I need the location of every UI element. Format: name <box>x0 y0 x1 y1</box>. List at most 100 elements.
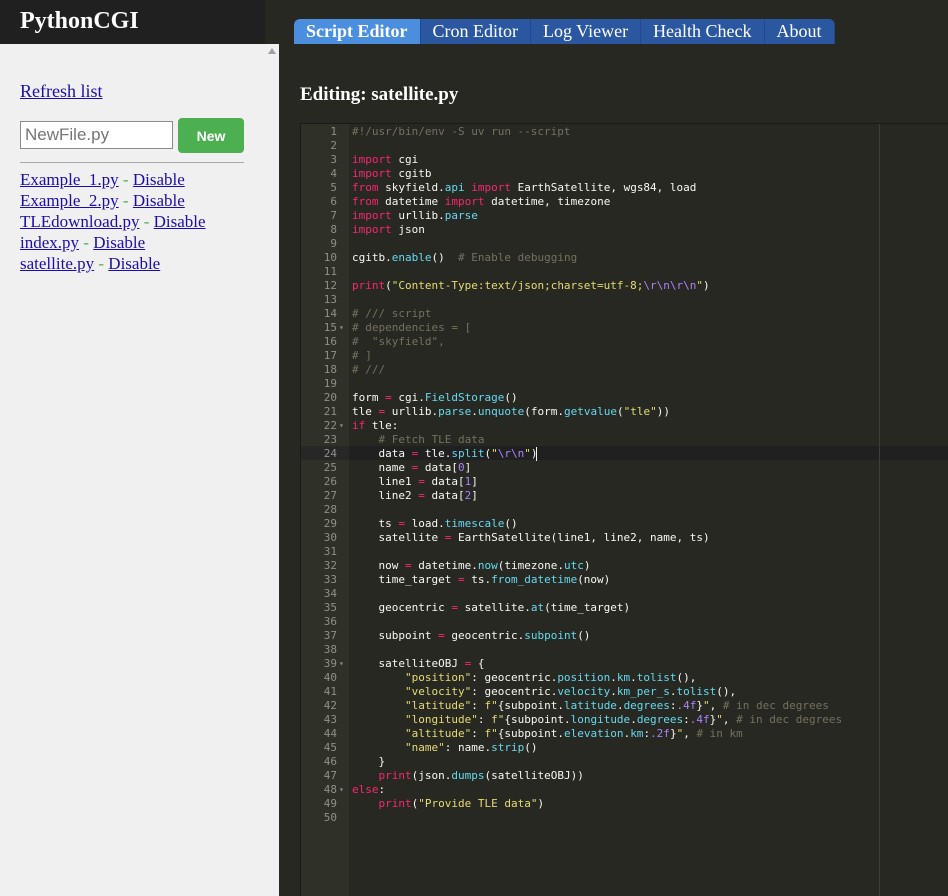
tab-script-editor[interactable]: Script Editor <box>294 19 421 44</box>
code-line[interactable]: 6 from datetime import datetime, timezone <box>301 195 948 209</box>
disable-link[interactable]: Disable <box>133 170 185 189</box>
code-line[interactable]: 46 } <box>301 755 948 769</box>
code-line[interactable]: 44 "altitude": f"{subpoint.elevation.km:… <box>301 727 948 741</box>
code-token: velocity <box>557 685 611 698</box>
code-line[interactable]: 34 <box>301 587 948 601</box>
code-token: # in km <box>696 727 743 740</box>
code-line[interactable]: 12 print("Content-Type:text/json;charset=… <box>301 279 948 293</box>
code-line[interactable]: 41 "velocity": geocentric.velocity.km_pe… <box>301 685 948 699</box>
code-line[interactable]: 42 "latitude": f"{subpoint.latitude.degr… <box>301 699 948 713</box>
code-line[interactable]: 27 line2 = data[2] <box>301 489 948 503</box>
code-token: " <box>491 447 498 460</box>
code-line[interactable]: 15 ▾ # dependencies = [ <box>301 321 948 335</box>
disable-link[interactable]: Disable <box>154 212 206 231</box>
disable-link[interactable]: Disable <box>93 233 145 252</box>
code-line[interactable]: 39 ▾ satelliteOBJ = { <box>301 657 948 671</box>
tab-about[interactable]: About <box>764 19 835 44</box>
code-line[interactable]: 19 <box>301 377 948 391</box>
code-line[interactable]: 28 <box>301 503 948 517</box>
line-number: 44 <box>323 727 337 740</box>
scroll-up-arrow-icon[interactable] <box>268 48 276 54</box>
code-line[interactable]: 16 # "skyfield", <box>301 335 948 349</box>
disable-link[interactable]: Disable <box>108 254 160 273</box>
code-line[interactable]: 2 <box>301 139 948 153</box>
code-line[interactable]: 3 import cgi <box>301 153 948 167</box>
code-line[interactable]: 10 cgitb.enable() # Enable debugging <box>301 251 948 265</box>
code-line[interactable]: 33 time_target = ts.from_datetime(now) <box>301 573 948 587</box>
code-line[interactable]: 13 <box>301 293 948 307</box>
file-link[interactable]: Example_2.py <box>20 191 119 210</box>
code-line[interactable]: 30 satellite = EarthSatellite(line1, lin… <box>301 531 948 545</box>
disable-link[interactable]: Disable <box>133 191 185 210</box>
page-scrollbar[interactable] <box>265 44 279 896</box>
code-line[interactable]: 8 import json <box>301 223 948 237</box>
code-line[interactable]: 25 name = data[0] <box>301 461 948 475</box>
code-token: data <box>352 447 412 460</box>
code-line[interactable]: 14 # /// script <box>301 307 948 321</box>
code-line[interactable]: 49 print("Provide TLE data") <box>301 797 948 811</box>
code-line[interactable]: 23 # Fetch TLE data <box>301 433 948 447</box>
new-file-button[interactable]: New <box>178 118 244 153</box>
code-line[interactable]: 5 from skyfield.api import EarthSatellite… <box>301 181 948 195</box>
code-token: tle. <box>418 447 452 460</box>
code-line[interactable]: 22 ▾ if tle: <box>301 419 948 433</box>
code-line[interactable]: 17 # ] <box>301 349 948 363</box>
code-text: # dependencies = [ <box>352 321 471 335</box>
code-line[interactable]: 1 #!/usr/bin/env -S uv run --script <box>301 125 948 139</box>
code-line[interactable]: 35 geocentric = satellite.at(time_target… <box>301 601 948 615</box>
code-line[interactable]: 4 import cgitb <box>301 167 948 181</box>
code-line[interactable]: 37 subpoint = geocentric.subpoint() <box>301 629 948 643</box>
code-line[interactable]: 48 ▾ else: <box>301 783 948 797</box>
code-line[interactable]: 45 "name": name.strip() <box>301 741 948 755</box>
tab-log-viewer[interactable]: Log Viewer <box>531 19 642 44</box>
file-list-item: Example_1.py - Disable <box>20 169 206 190</box>
sidebar: PythonCGI Refresh list New Example_1.py … <box>0 0 265 896</box>
code-line[interactable]: 20 form = cgi.FieldStorage() <box>301 391 948 405</box>
code-token: subpoint <box>352 629 439 642</box>
new-file-input[interactable] <box>20 121 173 149</box>
code-token: .2f <box>650 727 670 740</box>
file-link[interactable]: Example_1.py <box>20 170 119 189</box>
tab-cron-editor[interactable]: Cron Editor <box>420 19 531 44</box>
code-line[interactable]: 36 <box>301 615 948 629</box>
code-line[interactable]: 43 "longitude": f"{subpoint.longitude.de… <box>301 713 948 727</box>
file-link[interactable]: satellite.py <box>20 254 94 273</box>
code-token: "latitude" <box>404 699 472 712</box>
code-line[interactable]: 38 <box>301 643 948 657</box>
code-line[interactable]: 9 <box>301 237 948 251</box>
refresh-list-link[interactable]: Refresh list <box>20 81 103 102</box>
code-line[interactable]: 40 "position": geocentric.position.km.to… <box>301 671 948 685</box>
code-line[interactable]: 26 line1 = data[1] <box>301 475 948 489</box>
code-line[interactable]: 50 <box>301 811 948 825</box>
line-number: 5 <box>330 181 337 194</box>
line-number: 21 <box>323 405 337 418</box>
code-lines: 1 #!/usr/bin/env -S uv run --script 2 3 impo… <box>301 125 948 825</box>
fold-arrow-icon[interactable]: ▾ <box>339 657 347 671</box>
line-number: 1 <box>330 125 337 138</box>
code-line[interactable]: 47 print(json.dumps(satelliteOBJ)) <box>301 769 948 783</box>
file-link[interactable]: index.py <box>20 233 79 252</box>
code-line[interactable]: 29 ts = load.timescale() <box>301 517 948 531</box>
text-cursor <box>536 447 537 461</box>
fold-arrow-icon[interactable]: ▾ <box>339 783 347 797</box>
fold-arrow-icon[interactable]: ▾ <box>339 321 347 335</box>
code-token: dumps <box>451 769 485 782</box>
code-line[interactable]: 21 tle = urllib.parse.unquote(form.getval… <box>301 405 948 419</box>
line-number: 13 <box>323 293 337 306</box>
tab-health-check[interactable]: Health Check <box>641 19 765 44</box>
code-token: print <box>378 797 412 810</box>
code-editor[interactable]: 1 #!/usr/bin/env -S uv run --script 2 3 impo… <box>300 123 948 896</box>
code-line[interactable]: 31 <box>301 545 948 559</box>
code-token: = <box>398 517 405 530</box>
code-line[interactable]: 11 <box>301 265 948 279</box>
code-line[interactable]: 32 now = datetime.now(timezone.utc) <box>301 559 948 573</box>
code-token: getvalue <box>563 405 617 418</box>
fold-arrow-icon[interactable]: ▾ <box>339 419 347 433</box>
code-line[interactable]: 18 # /// <box>301 363 948 377</box>
code-token: name <box>352 461 412 474</box>
code-token: utc <box>563 559 584 572</box>
code-line[interactable]: 24 data = tle.split("\r\n") <box>301 447 948 461</box>
code-line[interactable]: 7 import urllib.parse <box>301 209 948 223</box>
code-text: # ] <box>352 349 372 363</box>
file-link[interactable]: TLEdownload.py <box>20 212 139 231</box>
